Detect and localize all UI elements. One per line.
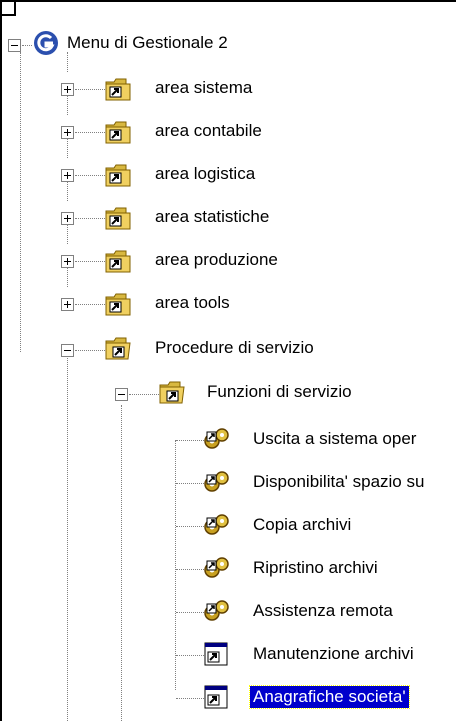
tree-line xyxy=(67,138,68,158)
tree-line xyxy=(176,569,204,570)
collapse-toggle[interactable] xyxy=(61,344,74,357)
tree-node-label: Copia archivi xyxy=(253,515,352,534)
tree-line xyxy=(75,261,105,262)
collapse-toggle[interactable] xyxy=(115,388,128,401)
tree-node-function[interactable]: Manutenzione archivi xyxy=(0,636,456,666)
tree-line xyxy=(67,267,68,287)
collapse-toggle[interactable] xyxy=(8,39,21,52)
tree-node-label: Procedure di servizio xyxy=(155,338,314,357)
tree-node-label: Funzioni di servizio xyxy=(207,382,352,401)
tree-line xyxy=(75,132,105,133)
open-shortcut-folder-icon xyxy=(159,381,185,404)
tree-line xyxy=(22,45,32,46)
tree-line xyxy=(67,181,68,201)
tree-line xyxy=(176,698,204,699)
tree-node-area[interactable]: area produzione xyxy=(0,224,456,274)
tree-node-label: Uscita a sistema oper xyxy=(253,429,417,448)
tree-line xyxy=(176,655,204,656)
tree-node-function[interactable]: Disponibilita' spazio su xyxy=(0,464,456,494)
tree-line xyxy=(75,175,105,176)
tree-node-root[interactable]: Menu di Gestionale 2 xyxy=(0,28,456,58)
tree-node-area[interactable]: area tools xyxy=(0,267,456,317)
tree-line xyxy=(176,612,204,613)
tree-node-function[interactable]: Copia archivi xyxy=(0,507,456,537)
gears-icon xyxy=(204,514,229,535)
tree-node-function[interactable]: Assistenza remota xyxy=(0,593,456,623)
tree-node-function[interactable]: Uscita a sistema oper xyxy=(0,421,456,451)
gears-icon xyxy=(204,600,229,621)
tree-line xyxy=(75,218,105,219)
open-shortcut-folder-icon xyxy=(105,337,131,360)
tree-node-label: area produzione xyxy=(155,250,278,269)
gears-icon xyxy=(204,428,229,449)
tree-node-label: area statistiche xyxy=(155,207,270,226)
tree-line xyxy=(67,95,68,115)
tree-line xyxy=(176,440,204,441)
tree-node-label: Ripristino archivi xyxy=(253,558,378,577)
tree-node-area[interactable]: area sistema xyxy=(0,52,456,102)
gears-icon xyxy=(204,471,229,492)
tree-node-area[interactable]: area logistica xyxy=(0,138,456,188)
tree-line xyxy=(67,224,68,244)
tree-line xyxy=(75,89,105,90)
tree-node-label: Assistenza remota xyxy=(253,601,393,620)
gears-icon xyxy=(204,557,229,578)
window-shortcut-icon xyxy=(204,685,228,709)
tree-line xyxy=(75,350,105,351)
tree-node-function[interactable]: Anagrafiche societa' xyxy=(0,679,456,709)
shortcut-folder-icon xyxy=(105,78,131,101)
tree-node-area[interactable]: area statistiche xyxy=(0,181,456,231)
expand-toggle[interactable] xyxy=(61,298,74,311)
tree-line xyxy=(129,394,159,395)
tree-node-label: Manutenzione archivi xyxy=(253,644,414,663)
shortcut-folder-icon xyxy=(105,250,131,273)
tree-node-procedure[interactable]: Procedure di servizio xyxy=(0,333,456,363)
tree-node-label: Anagrafiche societa' xyxy=(249,685,410,709)
tree-node-label: Disponibilita' spazio su xyxy=(253,472,425,491)
tree-node-area[interactable]: area contabile xyxy=(0,95,456,145)
shortcut-folder-icon xyxy=(105,121,131,144)
tree-line xyxy=(176,526,204,527)
tree-node-label: area logistica xyxy=(155,164,256,183)
tree-node-function[interactable]: Ripristino archivi xyxy=(0,550,456,580)
shortcut-folder-icon xyxy=(105,207,131,230)
tree-node-label: area tools xyxy=(155,293,230,312)
tree-line xyxy=(75,304,105,305)
tree-node-label: Menu di Gestionale 2 xyxy=(67,33,228,52)
window-shortcut-icon xyxy=(204,642,228,666)
tree-node-label: area sistema xyxy=(155,78,253,97)
tree-line xyxy=(176,483,204,484)
tree-node-funzioni[interactable]: Funzioni di servizio xyxy=(0,375,456,405)
shortcut-folder-icon xyxy=(105,164,131,187)
shortcut-folder-icon xyxy=(105,293,131,316)
gestionale-logo-icon xyxy=(34,31,58,55)
tree-line xyxy=(67,52,68,72)
window-corner-button[interactable] xyxy=(0,0,16,16)
tree-node-label: area contabile xyxy=(155,121,262,140)
